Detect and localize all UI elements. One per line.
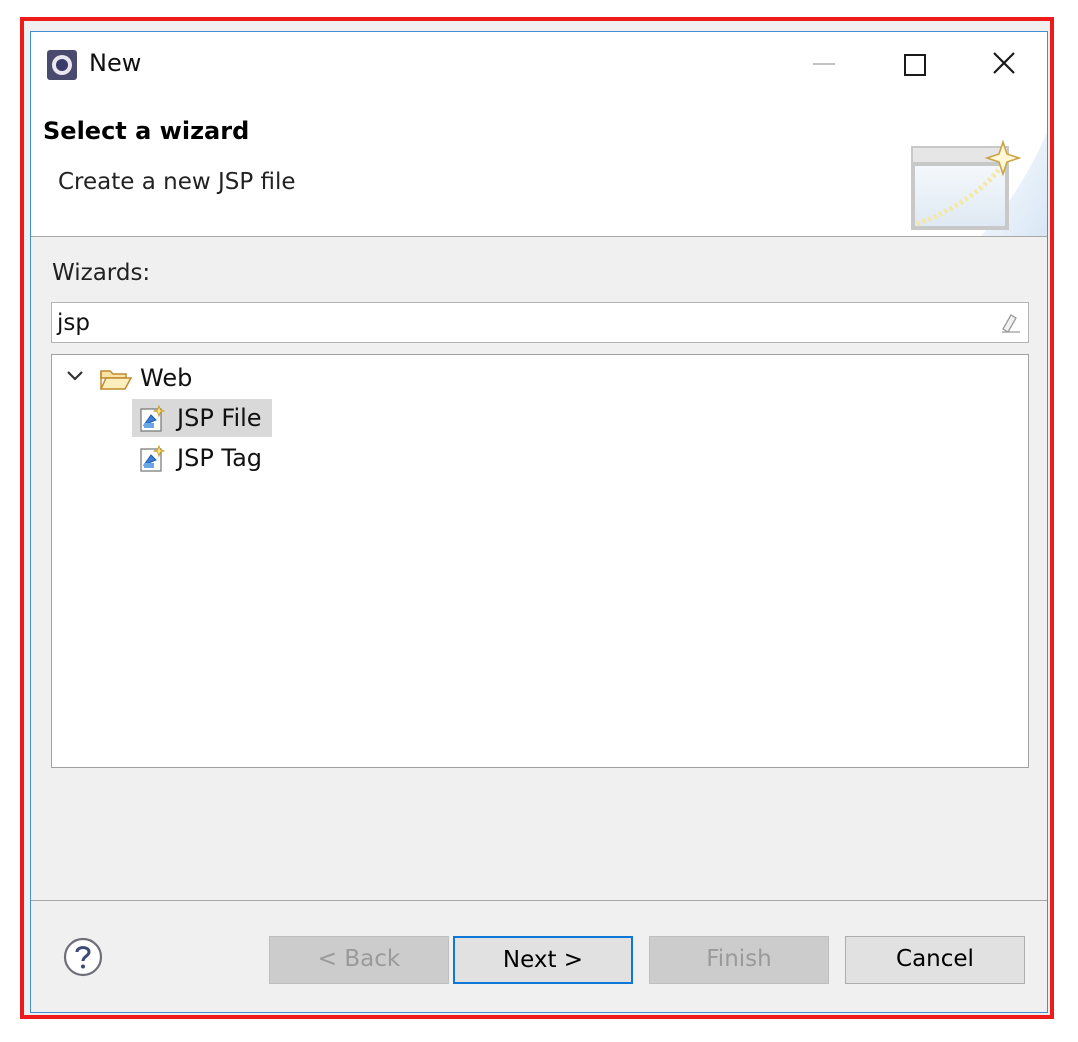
wizard-tree[interactable]: Web JSP File JSP Tag [51, 354, 1029, 768]
eclipse-icon [47, 50, 77, 80]
finish-button[interactable]: Finish [649, 936, 829, 984]
jsp-file-icon [140, 405, 165, 432]
tree-item-web[interactable]: Web [52, 359, 352, 397]
jsp-file-icon [140, 445, 165, 472]
minimize-button[interactable] [781, 32, 871, 94]
title-bar: New [31, 32, 1047, 94]
back-button[interactable]: < Back [269, 936, 449, 984]
window-title: New [89, 49, 142, 77]
highlight-frame: New Select a wizard Create a new JSP fil… [20, 17, 1054, 1019]
tree-item-label: JSP Tag [177, 444, 263, 472]
help-icon[interactable] [63, 937, 103, 977]
next-button[interactable]: Next > [453, 936, 633, 984]
tree-item-jsp-file[interactable]: JSP File [132, 399, 272, 437]
cancel-button[interactable]: Cancel [845, 936, 1025, 984]
banner-title: Select a wizard [43, 117, 250, 145]
chevron-down-icon[interactable] [66, 369, 84, 383]
maximize-button[interactable] [871, 32, 961, 94]
tree-item-label: JSP File [177, 404, 262, 432]
new-wizard-banner-icon [911, 130, 1047, 236]
open-folder-icon [99, 370, 133, 390]
tree-item-jsp-tag[interactable]: JSP Tag [132, 439, 282, 477]
tree-item-label: Web [140, 364, 193, 392]
minimize-icon [813, 63, 835, 65]
banner-description: Create a new JSP file [58, 169, 296, 195]
new-wizard-dialog: New Select a wizard Create a new JSP fil… [30, 31, 1048, 1013]
close-icon [993, 52, 1015, 74]
close-button[interactable] [959, 32, 1047, 94]
clear-filter-icon[interactable] [998, 311, 1022, 335]
wizard-filter-input[interactable]: jsp [51, 302, 1029, 343]
maximize-icon [904, 54, 926, 76]
footer-separator [31, 900, 1047, 901]
wizard-filter-value: jsp [57, 310, 90, 336]
wizard-banner: Select a wizard Create a new JSP file [31, 94, 1047, 237]
wizards-label: Wizards: [52, 260, 151, 286]
